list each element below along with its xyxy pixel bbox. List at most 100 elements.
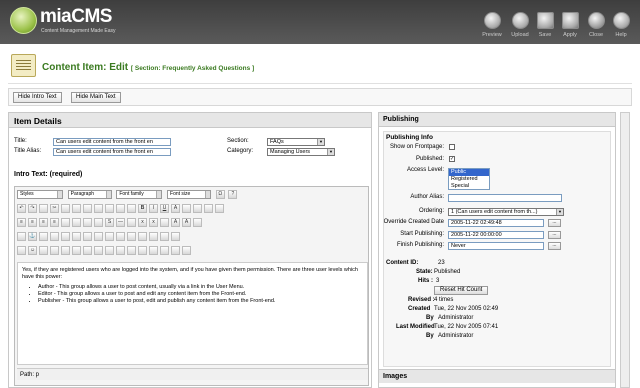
align-center-icon[interactable]: ≡ <box>28 218 37 227</box>
preview-button[interactable]: Preview <box>480 12 504 38</box>
override-date-input[interactable]: 2005-11-22 02:49:48 <box>448 219 544 227</box>
paste-word-icon[interactable] <box>94 204 103 213</box>
replace-icon[interactable] <box>116 204 125 213</box>
table-row-icon[interactable] <box>61 232 70 241</box>
superscript-icon[interactable]: x <box>149 218 158 227</box>
show-frontpage-checkbox[interactable] <box>449 144 455 150</box>
omega-icon[interactable]: Ω <box>215 190 225 199</box>
select-all-icon[interactable] <box>127 204 136 213</box>
preview-icon[interactable] <box>50 246 59 255</box>
outdent-icon[interactable] <box>83 218 92 227</box>
visual-aid-icon[interactable] <box>149 232 158 241</box>
anchor-icon[interactable]: ⚓ <box>28 232 37 241</box>
format-select[interactable]: Paragraph <box>67 190 112 199</box>
smiley-icon[interactable]: ☺ <box>28 246 37 255</box>
finish-publishing-input[interactable]: Never <box>448 242 544 250</box>
start-publishing-input[interactable]: 2005-11-22 00:00:00 <box>448 231 544 239</box>
access-level-listbox[interactable]: Public Registered Special <box>448 168 490 190</box>
rtl-icon[interactable] <box>94 246 103 255</box>
close-button[interactable]: Close <box>584 12 608 38</box>
hide-main-button[interactable]: Hide Main Text <box>71 92 121 103</box>
link-icon[interactable] <box>17 232 26 241</box>
ltr-icon[interactable] <box>83 246 92 255</box>
abbr-icon[interactable] <box>116 246 125 255</box>
reset-hit-count-button[interactable]: Reset Hit Count <box>434 286 489 295</box>
html-icon[interactable] <box>204 204 213 213</box>
override-date-picker-button[interactable]: ... <box>548 219 561 227</box>
ordering-select[interactable]: 1 (Can users edit content from th...) ▼ <box>448 208 564 216</box>
table-delete-icon[interactable] <box>127 232 136 241</box>
italic-icon[interactable]: I <box>149 204 158 213</box>
style-icon[interactable] <box>193 218 202 227</box>
align-left-icon[interactable]: ≡ <box>17 218 26 227</box>
editor-content-area[interactable]: Yes, if they are registered users who ar… <box>17 262 368 365</box>
help-icon[interactable]: ? <box>228 190 238 199</box>
title-alias-input[interactable]: Can users edit content from the front en <box>53 148 171 156</box>
pagebreak-icon[interactable] <box>171 246 180 255</box>
remove-format-icon[interactable] <box>127 218 136 227</box>
attribs-icon[interactable] <box>149 246 158 255</box>
upload-button[interactable]: Upload <box>508 12 532 38</box>
find-icon[interactable] <box>105 204 114 213</box>
unlink-icon[interactable] <box>39 232 48 241</box>
hide-intro-button[interactable]: Hide Intro Text <box>13 92 62 103</box>
template-icon[interactable] <box>182 246 191 255</box>
apply-button[interactable]: Apply <box>558 12 582 38</box>
help-button[interactable]: Help <box>609 12 633 38</box>
font-size-down-icon[interactable]: A <box>182 218 191 227</box>
clear-icon[interactable] <box>160 218 169 227</box>
cite-icon[interactable] <box>105 246 114 255</box>
table-cell-icon[interactable] <box>83 232 92 241</box>
font-family-select[interactable]: Font family <box>116 190 163 199</box>
access-option-registered[interactable]: Registered <box>449 176 489 183</box>
font-color-icon[interactable]: A <box>171 204 180 213</box>
undo-icon[interactable]: ↶ <box>17 204 26 213</box>
images-heading[interactable]: Images <box>379 369 615 383</box>
bold-icon[interactable]: B <box>138 204 147 213</box>
ins-icon[interactable] <box>127 246 136 255</box>
numbered-list-icon[interactable] <box>72 218 81 227</box>
image-icon[interactable] <box>160 232 169 241</box>
cut-icon[interactable]: ✂ <box>50 204 59 213</box>
category-select[interactable]: Managing Users ▼ <box>267 148 335 156</box>
start-date-picker-button[interactable]: ... <box>548 231 561 239</box>
font-size-up-icon[interactable]: A <box>171 218 180 227</box>
table-merge-icon[interactable] <box>105 232 114 241</box>
spellcheck-icon[interactable] <box>215 204 224 213</box>
bullet-list-icon[interactable] <box>61 218 70 227</box>
access-option-public[interactable]: Public <box>449 169 489 176</box>
strikethrough-icon[interactable]: S <box>105 218 114 227</box>
paste-text-icon[interactable] <box>83 204 92 213</box>
paste-icon[interactable] <box>72 204 81 213</box>
emotion-icon[interactable] <box>193 204 202 213</box>
font-size-select[interactable]: Font size <box>167 190 212 199</box>
nonbreaking-icon[interactable] <box>160 246 169 255</box>
published-checkbox[interactable]: ✓ <box>449 156 455 162</box>
table-icon[interactable] <box>50 232 59 241</box>
new-document-icon[interactable] <box>39 204 48 213</box>
highlight-icon[interactable] <box>182 204 191 213</box>
fullscreen-icon[interactable] <box>39 246 48 255</box>
styles-select[interactable]: Styles <box>17 190 63 199</box>
media-icon[interactable] <box>171 232 180 241</box>
finish-date-picker-button[interactable]: ... <box>548 242 561 250</box>
page-scrollbar[interactable] <box>620 112 630 388</box>
section-select[interactable]: FAQs ▼ <box>267 138 325 146</box>
horizontal-rule-icon[interactable]: — <box>116 218 125 227</box>
title-input[interactable]: Can users edit content from the front en <box>53 138 171 146</box>
align-justify-icon[interactable]: ≡ <box>50 218 59 227</box>
redo-icon[interactable]: ↷ <box>28 204 37 213</box>
table-split-icon[interactable] <box>116 232 125 241</box>
table-props-icon[interactable] <box>94 232 103 241</box>
insert-time-icon[interactable] <box>72 246 81 255</box>
layer-icon[interactable] <box>138 232 147 241</box>
table-col-icon[interactable] <box>72 232 81 241</box>
access-option-special[interactable]: Special <box>449 183 489 190</box>
indent-icon[interactable] <box>94 218 103 227</box>
save-button[interactable]: Save <box>533 12 557 38</box>
copy-icon[interactable] <box>61 204 70 213</box>
underline-icon[interactable]: U <box>160 204 169 213</box>
subscript-icon[interactable]: x <box>138 218 147 227</box>
del-icon[interactable] <box>138 246 147 255</box>
insert-date-icon[interactable] <box>61 246 70 255</box>
